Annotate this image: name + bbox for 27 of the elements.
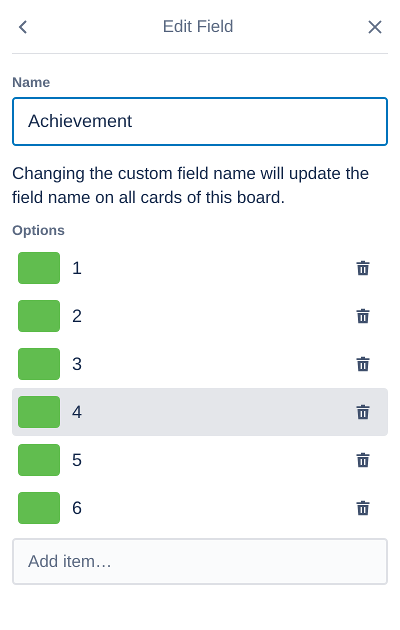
back-icon xyxy=(18,18,28,34)
name-field[interactable]: Achievement xyxy=(12,97,388,146)
trash-icon xyxy=(356,500,370,516)
trash-icon xyxy=(356,260,370,276)
close-icon xyxy=(368,20,382,34)
color-swatch[interactable] xyxy=(18,348,60,380)
option-text: 3 xyxy=(72,354,84,374)
add-item-field[interactable]: Add item… xyxy=(12,538,388,585)
option-text: 6 xyxy=(72,498,84,518)
trash-icon xyxy=(356,452,370,468)
trash-icon xyxy=(356,404,370,420)
description-text: Changing the custom field name will update the field name on all cards of this board. xyxy=(12,163,370,209)
color-swatch[interactable] xyxy=(18,252,60,284)
panel-title: Edit Field xyxy=(162,16,234,36)
color-swatch[interactable] xyxy=(18,492,60,524)
options-label: Options xyxy=(12,222,66,238)
trash-icon xyxy=(356,308,370,324)
option-text: 2 xyxy=(72,306,84,326)
option-text: 5 xyxy=(72,450,84,470)
option-text: 4 xyxy=(72,402,84,422)
color-swatch[interactable] xyxy=(18,300,60,332)
name-label: Name xyxy=(12,74,52,90)
option-row[interactable]: 4 xyxy=(12,388,388,436)
trash-icon xyxy=(356,356,370,372)
color-swatch[interactable] xyxy=(18,444,60,476)
color-swatch[interactable] xyxy=(18,396,60,428)
option-text: 1 xyxy=(72,258,84,278)
